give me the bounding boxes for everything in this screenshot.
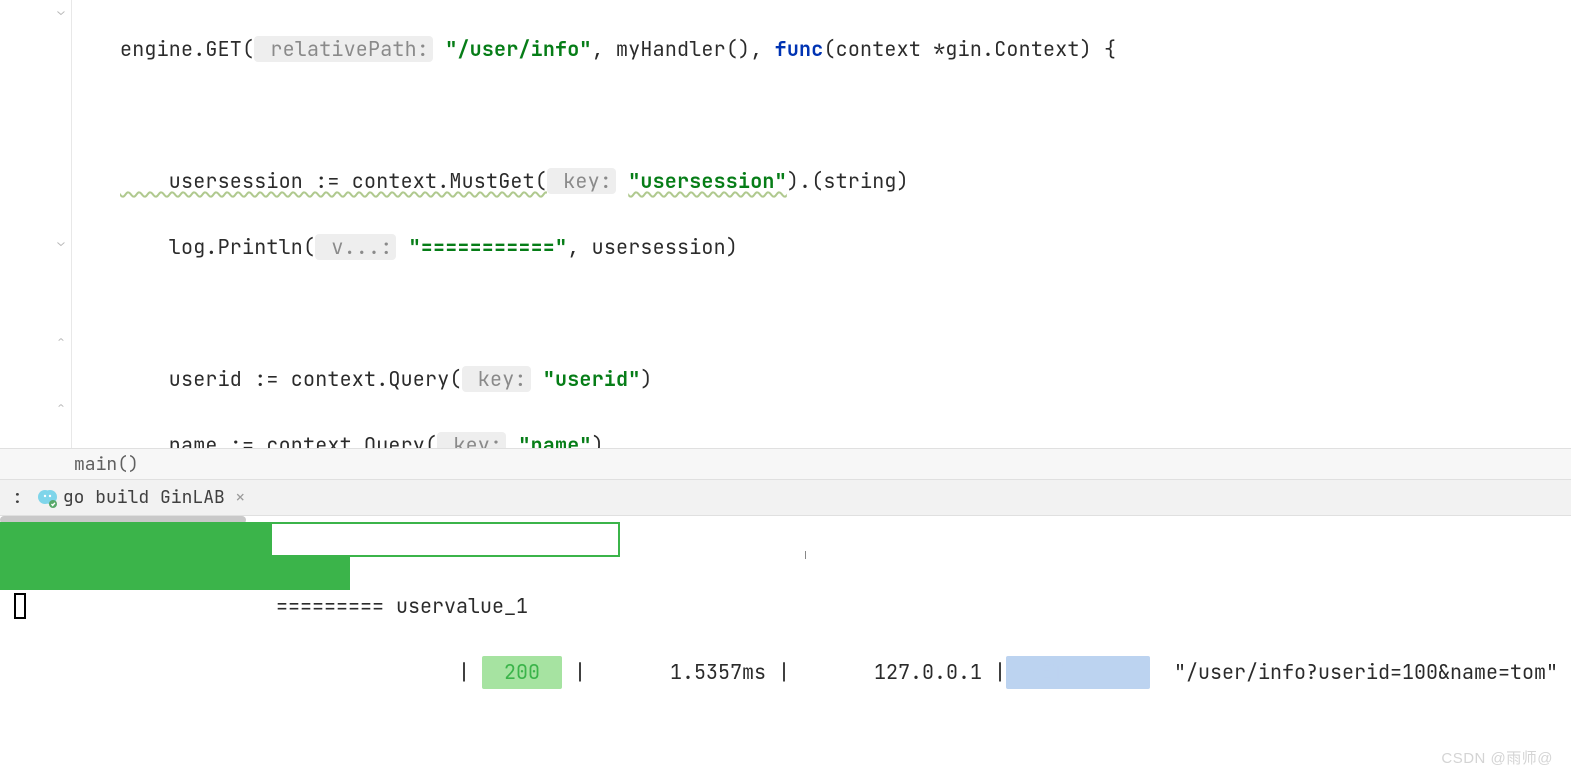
console-line: | 200 | 1.5357ms | 127.0.0.1 | GET "/use…: [0, 557, 1571, 590]
pipe: |: [766, 659, 874, 685]
code-text: , usersession): [567, 234, 738, 260]
code-text: , myHandler(),: [592, 36, 775, 62]
code-content[interactable]: engine.GET( relativePath: "/user/info", …: [72, 0, 1571, 448]
code-text: log.Println(: [120, 234, 315, 260]
space: [616, 168, 628, 194]
param-hint: relativePath:: [254, 36, 433, 62]
horizontal-scrollbar[interactable]: [0, 516, 246, 524]
space: [396, 234, 408, 260]
console-line: [0, 590, 1571, 623]
text-cursor: [14, 593, 26, 619]
string-literal: "userid": [543, 366, 641, 392]
redaction-block: [0, 524, 272, 557]
go-run-icon: [37, 488, 57, 508]
watermark-text: CSDN @雨师@: [1441, 747, 1553, 768]
string-literal: "===========": [409, 234, 568, 260]
code-editor[interactable]: ⌄ ⌄ ⌃ ⌃ engine.GET( relativePath: "/user…: [0, 0, 1571, 448]
run-tab-bar: : go build GinLAB ×: [0, 480, 1571, 516]
client-ip: 127.0.0.1: [874, 659, 982, 685]
run-panel-label: :: [12, 486, 27, 509]
pipe: |: [982, 659, 1006, 685]
request-url: "/user/info?userid=100&name=tom": [1174, 659, 1558, 685]
keyword: func: [775, 36, 824, 62]
redaction-block: [0, 557, 350, 590]
param-hint: key:: [547, 168, 616, 194]
fold-end-icon: ⌃: [54, 400, 68, 414]
http-status-badge: 200: [482, 656, 562, 689]
fold-end-icon: ⌃: [54, 334, 68, 348]
fold-toggle-icon[interactable]: ⌄: [54, 235, 68, 249]
close-icon[interactable]: ×: [231, 486, 246, 509]
param-hint: v...:: [315, 234, 396, 260]
space: [531, 366, 543, 392]
run-tab[interactable]: go build GinLAB ×: [33, 484, 250, 511]
code-text: engine.GET(: [120, 36, 254, 62]
run-tab-label: go build GinLAB: [63, 486, 225, 509]
code-text: usersession := context.MustGet(: [120, 168, 547, 194]
code-text: (context *gin.Context) {: [823, 36, 1116, 62]
param-hint: key:: [462, 366, 531, 392]
breadcrumb[interactable]: main(): [0, 448, 1571, 480]
http-method-badge: GET: [1006, 656, 1150, 689]
caret-mark: [805, 551, 806, 559]
code-text: userid := context.Query(: [120, 366, 462, 392]
space: [433, 36, 445, 62]
string-literal: "usersession": [628, 168, 787, 194]
editor-gutter: ⌄ ⌄ ⌃ ⌃: [0, 0, 72, 448]
fold-toggle-icon[interactable]: ⌄: [54, 4, 68, 18]
console-line: ========= uservalue_1: [0, 524, 1571, 557]
string-literal: "/user/info": [445, 36, 591, 62]
run-console[interactable]: ========= uservalue_1 | 200 | 1.5357ms |…: [0, 516, 1571, 776]
code-text: ).(string): [787, 168, 909, 194]
code-text: ): [640, 366, 652, 392]
pipe: |: [446, 659, 482, 685]
space: [1150, 659, 1174, 685]
pipe: |: [562, 659, 586, 685]
breadcrumb-item[interactable]: main(): [74, 453, 139, 476]
latency-text: 1.5357ms: [586, 659, 766, 685]
